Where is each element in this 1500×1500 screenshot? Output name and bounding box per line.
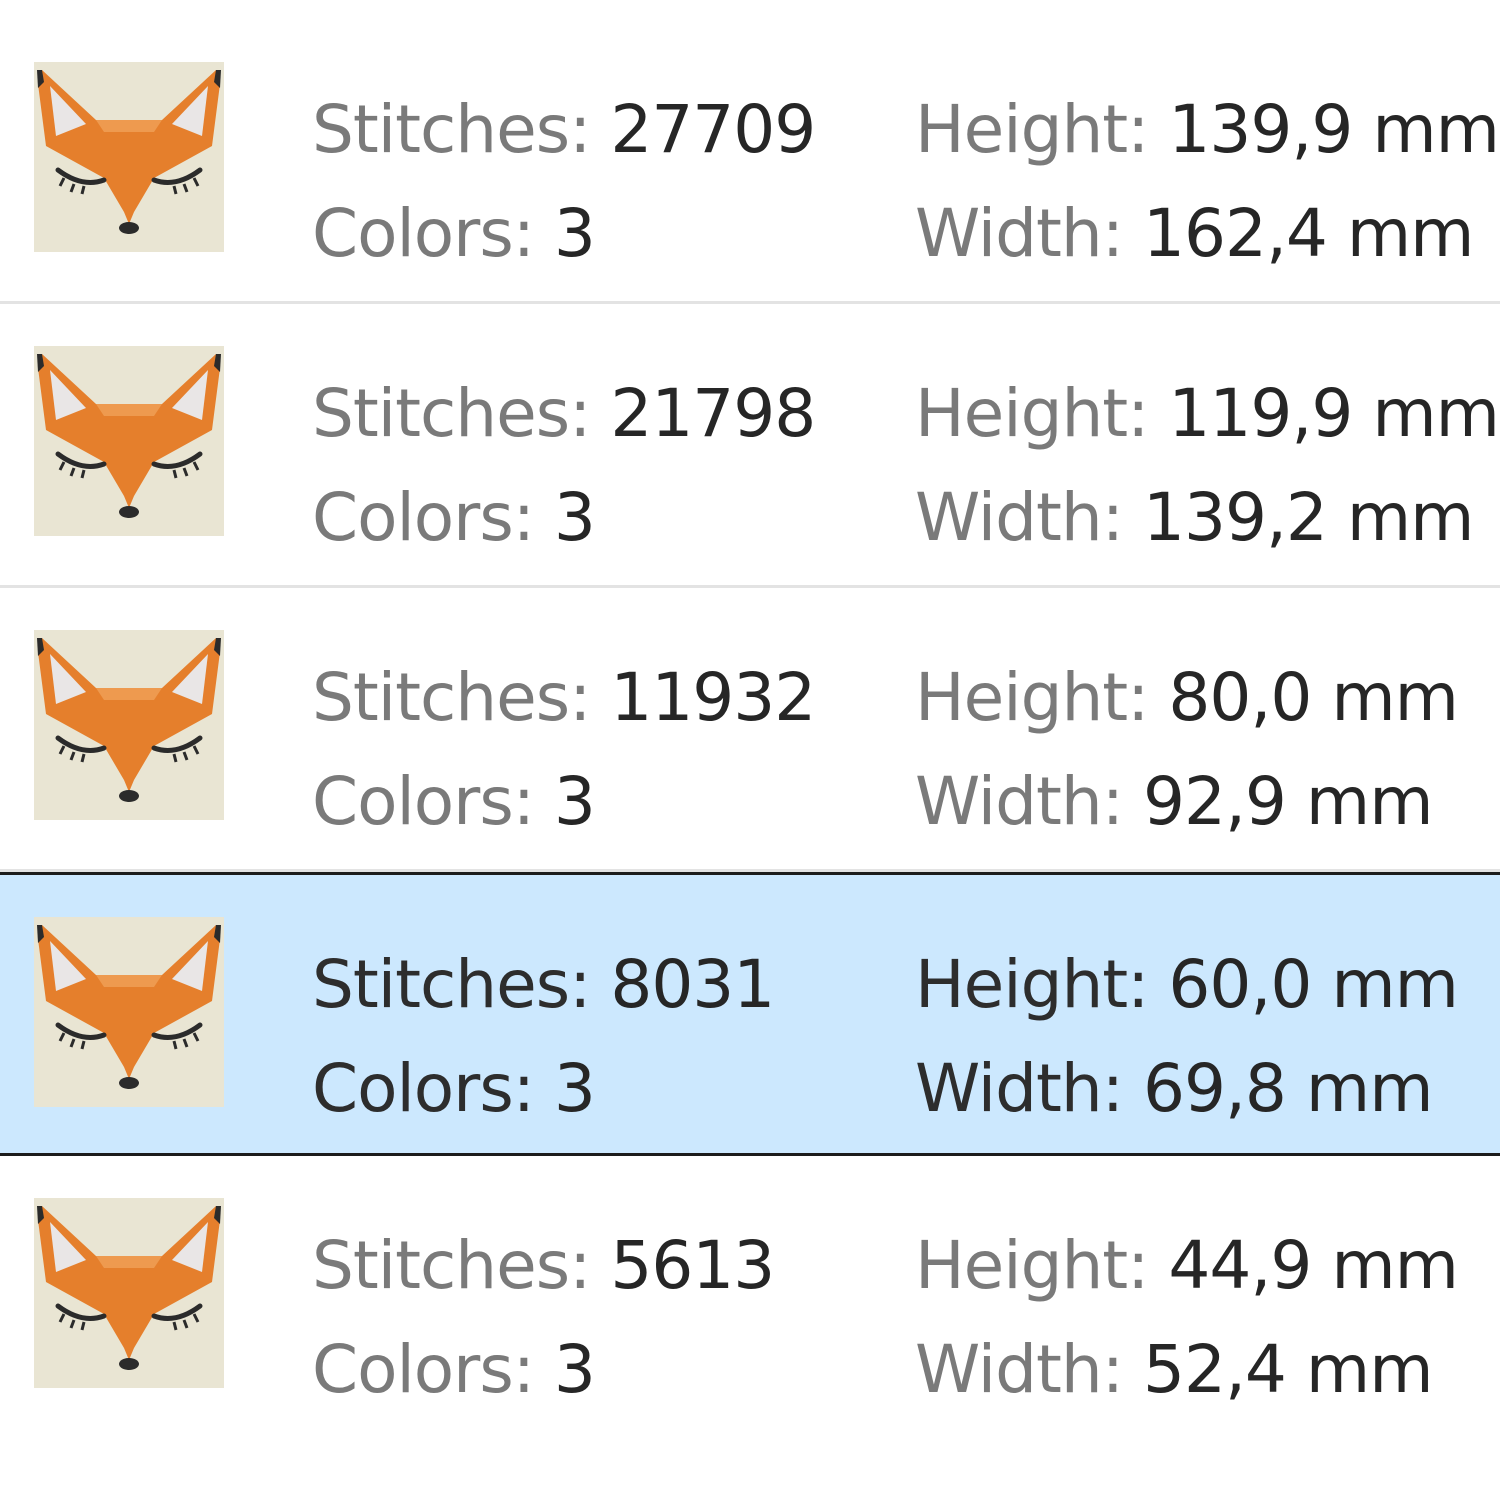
stitch-color-info: Stitches: 5613 Colors: 3	[312, 1214, 775, 1422]
stitches-label: Stitches:	[312, 91, 591, 168]
dimension-info: Height: 44,9 mm Width: 52,4 mm	[915, 1214, 1459, 1422]
fox-shape	[38, 70, 220, 224]
colors-value: 3	[553, 479, 596, 556]
fox-shape	[96, 404, 162, 416]
fox-shape	[38, 925, 220, 1079]
fox-face-icon	[34, 346, 224, 536]
design-size-list: Stitches: 27709 Colors: 3 Height: 139,9 …	[0, 20, 1500, 1440]
design-row[interactable]: Stitches: 21798 Colors: 3 Height: 119,9 …	[0, 304, 1500, 588]
height-label: Height:	[915, 91, 1149, 168]
stitches-label: Stitches:	[312, 375, 591, 452]
width-label: Width:	[915, 763, 1124, 840]
stitches-value: 8031	[610, 946, 775, 1023]
stitches-value: 21798	[610, 375, 816, 452]
colors-label: Colors:	[312, 479, 535, 556]
fox-shape	[38, 1206, 220, 1360]
height-label: Height:	[915, 659, 1149, 736]
width-label: Width:	[915, 1331, 1124, 1408]
stitches-label: Stitches:	[312, 1227, 591, 1304]
width-label: Width:	[915, 195, 1124, 272]
stitches-value: 5613	[610, 1227, 775, 1304]
colors-value: 3	[553, 763, 596, 840]
fox-face-icon	[34, 917, 224, 1107]
stitch-color-info: Stitches: 21798 Colors: 3	[312, 362, 816, 570]
height-value: 119,9 mm	[1168, 375, 1500, 452]
height-value: 80,0 mm	[1168, 659, 1459, 736]
design-row-selected[interactable]: Stitches: 8031 Colors: 3 Height: 60,0 mm…	[0, 872, 1500, 1156]
colors-label: Colors:	[312, 763, 535, 840]
fox-face-icon	[34, 1198, 224, 1388]
width-label: Width:	[915, 479, 1124, 556]
fox-shape	[119, 1358, 139, 1370]
dimension-info: Height: 60,0 mm Width: 69,8 mm	[915, 933, 1459, 1141]
height-value: 139,9 mm	[1168, 91, 1500, 168]
height-label: Height:	[915, 946, 1149, 1023]
width-value: 52,4 mm	[1142, 1331, 1434, 1408]
width-value: 139,2 mm	[1142, 479, 1475, 556]
colors-value: 3	[553, 1331, 596, 1408]
stitches-label: Stitches:	[312, 946, 591, 1023]
width-value: 69,8 mm	[1142, 1050, 1434, 1127]
colors-label: Colors:	[312, 195, 535, 272]
stitch-color-info: Stitches: 8031 Colors: 3	[312, 933, 775, 1141]
fox-shape	[119, 1077, 139, 1089]
fox-shape	[96, 120, 162, 132]
stitch-color-info: Stitches: 27709 Colors: 3	[312, 78, 816, 286]
stitches-value: 27709	[610, 91, 816, 168]
fox-face-icon	[34, 630, 224, 820]
fox-shape	[96, 688, 162, 700]
width-value: 162,4 mm	[1142, 195, 1475, 272]
dimension-info: Height: 139,9 mm Width: 162,4 mm	[915, 78, 1500, 286]
width-value: 92,9 mm	[1142, 763, 1434, 840]
design-row[interactable]: Stitches: 11932 Colors: 3 Height: 80,0 m…	[0, 588, 1500, 872]
colors-value: 3	[553, 195, 596, 272]
colors-label: Colors:	[312, 1331, 535, 1408]
design-row[interactable]: Stitches: 5613 Colors: 3 Height: 44,9 mm…	[0, 1156, 1500, 1440]
fox-shape	[119, 790, 139, 802]
dimension-info: Height: 119,9 mm Width: 139,2 mm	[915, 362, 1500, 570]
fox-face-icon	[34, 62, 224, 252]
design-row[interactable]: Stitches: 27709 Colors: 3 Height: 139,9 …	[0, 20, 1500, 304]
stitches-value: 11932	[610, 659, 816, 736]
fox-shape	[119, 506, 139, 518]
stitch-color-info: Stitches: 11932 Colors: 3	[312, 646, 816, 854]
dimension-info: Height: 80,0 mm Width: 92,9 mm	[915, 646, 1459, 854]
stitches-label: Stitches:	[312, 659, 591, 736]
colors-label: Colors:	[312, 1050, 535, 1127]
height-label: Height:	[915, 1227, 1149, 1304]
fox-shape	[38, 354, 220, 508]
height-value: 60,0 mm	[1168, 946, 1459, 1023]
height-value: 44,9 mm	[1168, 1227, 1459, 1304]
height-label: Height:	[915, 375, 1149, 452]
fox-shape	[38, 638, 220, 792]
fox-shape	[96, 1256, 162, 1268]
width-label: Width:	[915, 1050, 1124, 1127]
colors-value: 3	[553, 1050, 596, 1127]
fox-shape	[119, 222, 139, 234]
fox-shape	[96, 975, 162, 987]
